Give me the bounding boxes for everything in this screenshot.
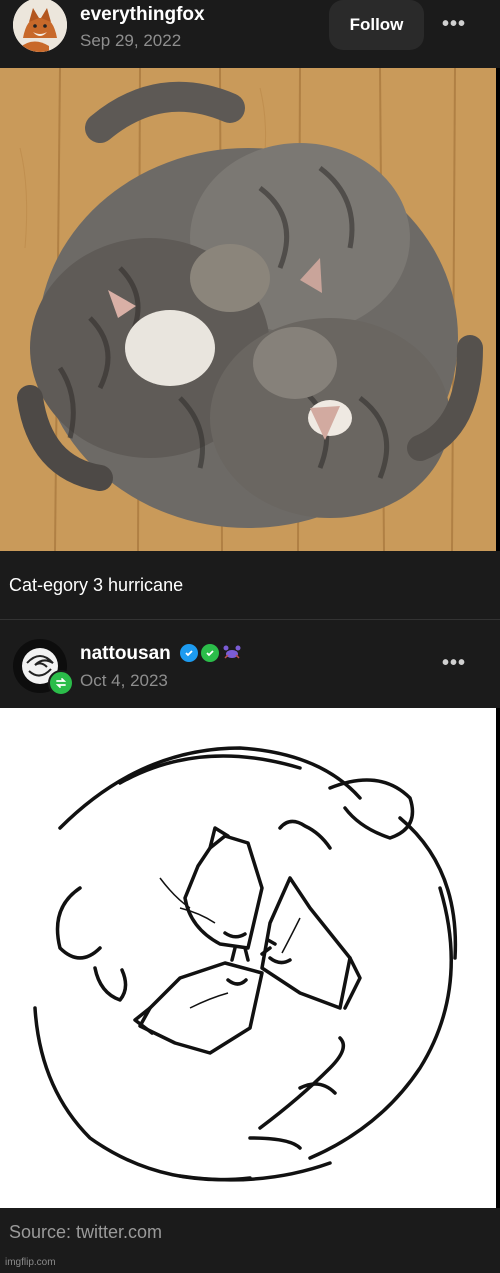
imgflip-watermark: imgflip.com bbox=[5, 1257, 56, 1268]
reblog-username[interactable]: nattousan bbox=[80, 643, 171, 665]
kittens-photo bbox=[0, 68, 496, 551]
cats-drawing bbox=[0, 708, 496, 1208]
reblog-date[interactable]: Oct 4, 2023 bbox=[80, 671, 168, 691]
more-options-icon[interactable]: ••• bbox=[442, 13, 466, 36]
verified-check-icon bbox=[180, 644, 198, 662]
source-link[interactable]: Source: twitter.com bbox=[9, 1222, 162, 1243]
fox-avatar[interactable] bbox=[13, 0, 67, 52]
crab-icon bbox=[222, 642, 242, 662]
green-check-icon bbox=[201, 644, 219, 662]
follow-button[interactable]: Follow bbox=[329, 0, 424, 50]
reblog-icon bbox=[48, 670, 74, 696]
post-caption: Cat-egory 3 hurricane bbox=[9, 575, 184, 595]
reblog-header bbox=[0, 620, 500, 708]
post-header bbox=[0, 0, 500, 68]
post-date[interactable]: Sep 29, 2022 bbox=[80, 31, 181, 51]
post-username[interactable]: everythingfox bbox=[80, 4, 205, 26]
reblog-more-options-icon[interactable]: ••• bbox=[442, 652, 466, 675]
